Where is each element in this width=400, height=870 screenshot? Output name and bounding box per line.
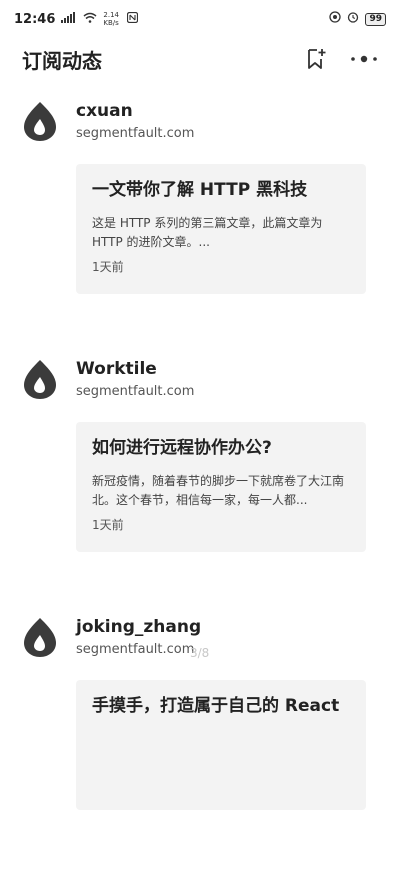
author-name[interactable]: joking_zhang: [76, 616, 201, 638]
flame-icon[interactable]: [22, 358, 58, 400]
flame-icon[interactable]: [22, 616, 58, 658]
battery-indicator: 99: [365, 12, 386, 26]
article-card[interactable]: 如何进行远程协作办公? 新冠疫情，随着春节的脚步一下就席卷了大江南北。这个春节，…: [76, 422, 366, 552]
article-title: 一文带你了解 HTTP 黑科技: [92, 180, 308, 200]
article-card[interactable]: 手摸手，打造属于自己的 React: [76, 680, 366, 810]
page-title: 订阅动态: [22, 48, 102, 73]
page-indicator: 3/8: [190, 646, 210, 660]
status-right: 99: [329, 11, 386, 27]
article-time: 1天前: [92, 518, 124, 532]
article-card[interactable]: 一文带你了解 HTTP 黑科技 这是 HTTP 系列的第三篇文章，此篇文章为 H…: [76, 164, 366, 294]
author-name[interactable]: Worktile: [76, 358, 194, 380]
author-row[interactable]: Worktile segmentfault.com: [22, 354, 194, 404]
wifi-icon: [83, 12, 97, 27]
author-info: joking_zhang segmentfault.com: [76, 612, 201, 660]
alarm-icon: [347, 11, 359, 27]
article-summary: 这是 HTTP 系列的第三篇文章，此篇文章为 HTTP 的进阶文章。...: [92, 216, 323, 249]
article-time: 1天前: [92, 260, 124, 274]
article-title: 手摸手，打造属于自己的 React: [92, 696, 340, 716]
author-info: cxuan segmentfault.com: [76, 96, 194, 144]
app-bar: 订阅动态: [0, 38, 400, 80]
author-row[interactable]: cxuan segmentfault.com: [22, 96, 194, 146]
status-time: 12:46: [14, 11, 56, 27]
author-row[interactable]: joking_zhang segmentfault.com: [22, 612, 201, 662]
nfc-icon: [127, 11, 139, 27]
location-icon: [329, 11, 342, 27]
feed-item: cxuan segmentfault.com 一文带你了解 HTTP 黑科技 这…: [0, 96, 400, 354]
feed-item: Worktile segmentfault.com 如何进行远程协作办公? 新冠…: [0, 354, 400, 612]
flame-icon[interactable]: [22, 100, 58, 142]
author-source: segmentfault.com: [76, 642, 195, 657]
author-source: segmentfault.com: [76, 384, 195, 399]
author-info: Worktile segmentfault.com: [76, 354, 194, 402]
article-title: 如何进行远程协作办公?: [92, 438, 272, 458]
header-actions: [304, 47, 378, 71]
status-left: 12:46 2.14 KB/s: [14, 11, 139, 27]
author-name[interactable]: cxuan: [76, 100, 194, 122]
signal-icon: [61, 11, 77, 27]
article-summary: [92, 730, 350, 768]
subscription-feed: cxuan segmentfault.com 一文带你了解 HTTP 黑科技 这…: [0, 96, 400, 870]
bookmark-add-icon[interactable]: [304, 47, 328, 71]
author-source: segmentfault.com: [76, 126, 195, 141]
status-bar: 12:46 2.14 KB/s 99: [0, 0, 400, 38]
net-speed: 2.14 KB/s: [103, 11, 119, 27]
more-dots-icon[interactable]: [350, 47, 378, 71]
article-summary: 新冠疫情，随着春节的脚步一下就席卷了大江南北。这个春节，相信每一家，每一人都..…: [92, 474, 345, 507]
